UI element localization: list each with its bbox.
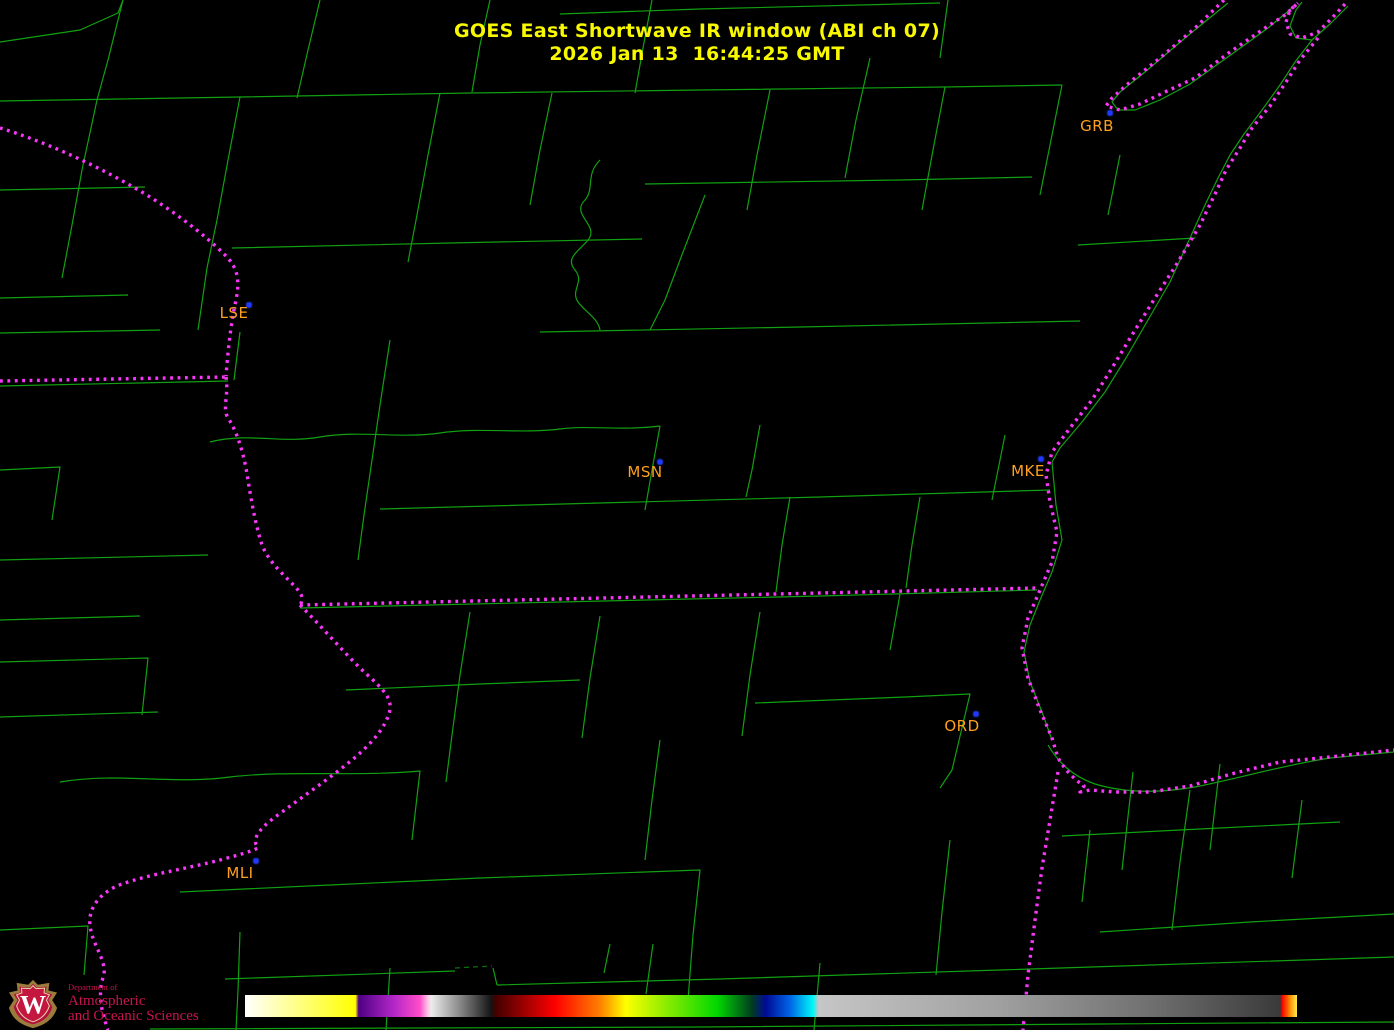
uw-crest-icon: W: [7, 979, 59, 1029]
station-marker-mke: [1039, 457, 1044, 462]
uw-aos-logo: W Department of Atmospheric and Oceanic …: [7, 979, 199, 1029]
logo-text: Department of Atmospheric and Oceanic Sc…: [68, 983, 199, 1025]
station-label-grb: GRB: [1080, 117, 1114, 135]
station-marker-grb: [1108, 111, 1113, 116]
logo-line2: and Oceanic Sciences: [68, 1009, 199, 1025]
station-marker-mli: [254, 859, 259, 864]
station-label-ord: ORD: [944, 717, 979, 735]
station-label-msn: MSN: [627, 463, 662, 481]
svg-text:W: W: [20, 991, 46, 1020]
map-layer: [0, 0, 1394, 1030]
title-line1: GOES East Shortwave IR window (ABI ch 07…: [0, 20, 1394, 43]
station-label-mli: MLI: [226, 864, 253, 882]
satellite-image-page: { "header": { "title_line1": "GOES East …: [0, 0, 1394, 1030]
image-title: GOES East Shortwave IR window (ABI ch 07…: [0, 20, 1394, 66]
station-label-lse: LSE: [220, 304, 249, 322]
map-background: [0, 0, 1394, 1030]
logo-line1: Atmospheric: [68, 994, 199, 1010]
temperature-colorbar: [245, 995, 1297, 1017]
logo-department: Department of: [68, 983, 199, 992]
station-label-mke: MKE: [1011, 462, 1045, 480]
station-marker-ord: [974, 712, 979, 717]
title-line2: 2026 Jan 13 16:44:25 GMT: [0, 43, 1394, 66]
